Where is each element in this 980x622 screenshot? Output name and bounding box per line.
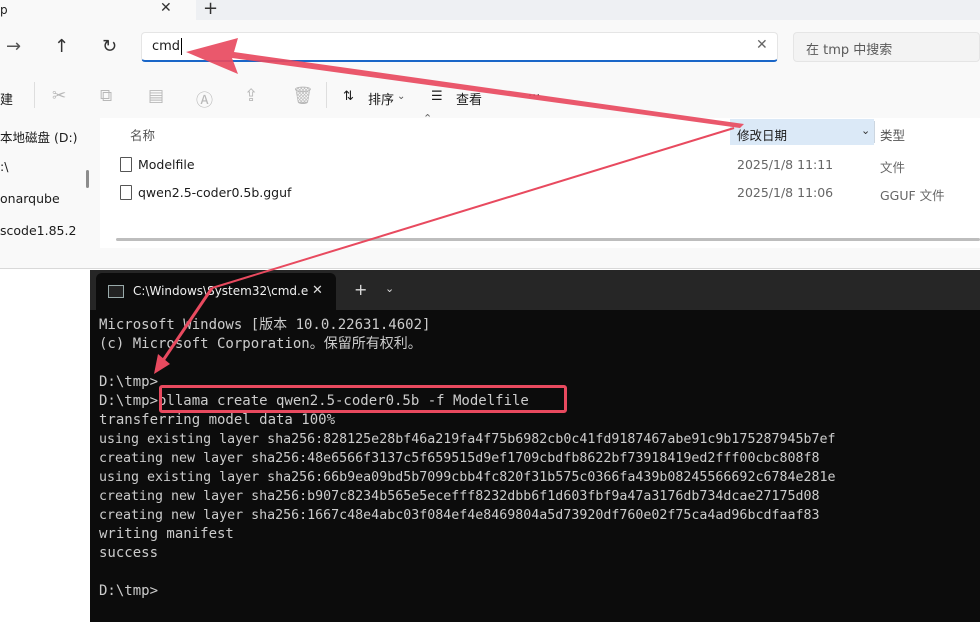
file-row-date: 2025/1/8 11:11 (737, 157, 834, 172)
refresh-icon[interactable]: ↻ (102, 36, 117, 57)
new-tab-button[interactable]: + (354, 280, 367, 299)
toolbar-divider (34, 82, 35, 108)
terminal-line: (c) Microsoft Corporation。保留所有权利。 (99, 336, 422, 352)
view-button[interactable]: 查看 (456, 89, 482, 108)
forward-icon[interactable]: → (6, 36, 21, 57)
horizontal-scrollbar[interactable] (116, 238, 980, 241)
file-explorer-window: p ✕ + → ↑ ↻ cmd ✕ 在 tmp 中搜索 建 ✂ ⧉ ▤ Ⓐ ⇪ … (0, 0, 980, 269)
new-tab-button[interactable]: + (203, 0, 218, 19)
chevron-down-icon: ⌄ (397, 91, 406, 102)
share-icon[interactable]: ⇪ (244, 86, 258, 106)
terminal-line: Microsoft Windows [版本 10.0.22631.4602] (99, 317, 431, 333)
sort-indicator-icon: ⌃ (423, 112, 433, 125)
close-icon[interactable]: ✕ (312, 283, 323, 298)
sidebar-item-sonarqube[interactable]: onarqube (0, 191, 60, 206)
sort-icon[interactable]: ⇅ (343, 89, 354, 104)
address-input[interactable]: cmd (152, 39, 180, 54)
search-box[interactable]: 在 tmp 中搜索 (793, 32, 980, 62)
file-icon (120, 157, 132, 172)
terminal-line: transferring model data 100% (99, 412, 336, 428)
cut-icon[interactable]: ✂ (52, 86, 66, 106)
terminal-line: creating new layer sha256:1667c48e4abc03… (99, 508, 820, 523)
terminal-line: D:\tmp> (99, 374, 159, 390)
column-divider[interactable] (874, 121, 875, 143)
up-icon[interactable]: ↑ (54, 36, 69, 57)
search-placeholder: 在 tmp 中搜索 (806, 43, 893, 58)
terminal-line: using existing layer sha256:828125e28bf4… (99, 432, 836, 447)
address-bar[interactable]: cmd ✕ (141, 32, 778, 62)
terminal-line: writing manifest (99, 526, 234, 542)
terminal-prompt: D:\tmp> (99, 583, 159, 599)
toolbar-divider (326, 82, 327, 108)
cmd-icon (108, 285, 124, 298)
new-button-label[interactable]: 建 (0, 89, 13, 108)
sidebar-scrollbar[interactable] (86, 170, 89, 188)
delete-icon[interactable]: 🗑 (292, 86, 314, 106)
chevron-down-icon[interactable]: ⌄ (861, 124, 870, 137)
command-bar (0, 74, 980, 118)
sidebar-item-drive-root[interactable]: :\ (0, 159, 8, 174)
terminal-tab-title: C:\Windows\System32\cmd.e (133, 284, 309, 298)
chevron-down-icon[interactable]: ⌄ (385, 282, 394, 295)
paste-icon[interactable]: ▤ (148, 86, 164, 106)
file-row-type: 文件 (880, 160, 906, 175)
clear-icon[interactable]: ✕ (756, 37, 768, 53)
terminal-line: creating new layer sha256:b907c8234b565e… (99, 489, 820, 504)
file-row-name[interactable]: qwen2.5-coder0.5b.gguf (138, 185, 291, 200)
file-row-name[interactable]: Modelfile (138, 157, 195, 172)
sidebar-item-local-disk[interactable]: 本地磁盘 (D:) (0, 127, 78, 146)
more-button[interactable]: ··· (528, 89, 540, 104)
file-icon (120, 185, 132, 200)
terminal-line: using existing layer sha256:66b9ea09bd5b… (99, 470, 836, 485)
explorer-tab[interactable]: p ✕ (0, 0, 196, 22)
terminal-line: creating new layer sha256:48e6566f3137c5… (99, 451, 820, 466)
sort-button[interactable]: 排序 (368, 89, 394, 108)
copy-icon[interactable]: ⧉ (100, 86, 112, 106)
explorer-tab-title: p (0, 3, 8, 17)
column-header-name[interactable]: 名称 (130, 125, 155, 144)
column-header-date[interactable]: 修改日期 (737, 125, 787, 144)
close-icon[interactable]: ✕ (160, 0, 172, 16)
file-row-type: GGUF 文件 (880, 188, 945, 203)
text-caret (181, 38, 182, 55)
sidebar-item-vscode[interactable]: scode1.85.2 (0, 223, 76, 238)
terminal-line: success (99, 545, 159, 561)
annotation-highlight-box (159, 385, 567, 413)
column-header-type[interactable]: 类型 (880, 125, 905, 144)
file-row-date: 2025/1/8 11:06 (737, 185, 834, 200)
rename-icon[interactable]: Ⓐ (196, 86, 213, 111)
view-icon[interactable]: ☰ (431, 89, 443, 104)
